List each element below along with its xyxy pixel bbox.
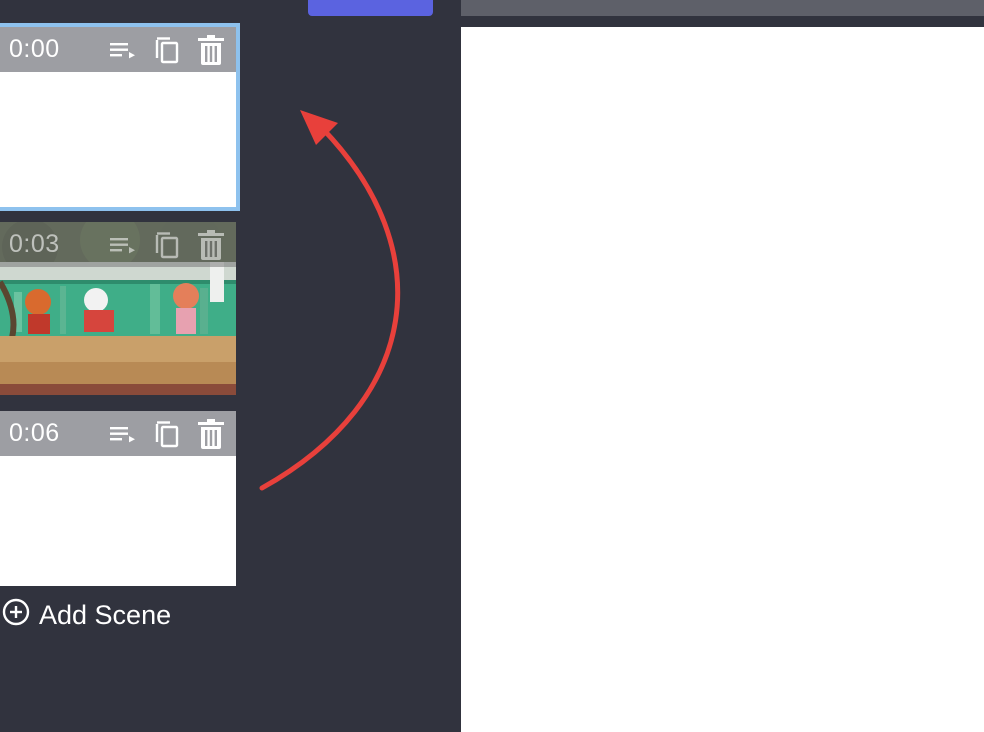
duplicate-icon[interactable] [152,35,182,65]
trash-icon[interactable] [196,229,226,260]
scene-list-panel: 0:00 0:03 0:06 Add Scene [0,0,461,732]
scene-header: 0:00 [0,27,236,72]
scene-card-2[interactable]: 0:03 [0,222,236,395]
reorder-icon[interactable] [108,230,138,260]
scene-time: 0:03 [9,230,60,258]
add-scene-button[interactable]: Add Scene [2,598,171,633]
primary-button[interactable] [308,0,433,16]
add-scene-label: Add Scene [39,600,172,630]
duplicate-icon[interactable] [152,230,182,260]
scene-card-1[interactable]: 0:00 [0,27,236,207]
editor-toolbar [461,0,984,16]
plus-circle-icon [2,598,30,633]
scene-header: 0:06 [0,411,236,456]
scene-card-3[interactable]: 0:06 [0,411,236,586]
scene-header: 0:03 [0,222,236,267]
scene-time: 0:00 [9,35,60,63]
reorder-icon[interactable] [108,419,138,449]
trash-icon[interactable] [196,34,226,65]
editor-panel [461,0,984,732]
trash-icon[interactable] [196,418,226,449]
reorder-icon[interactable] [108,35,138,65]
duplicate-icon[interactable] [152,419,182,449]
scene-time: 0:06 [9,419,60,447]
scene-canvas[interactable] [461,27,984,732]
